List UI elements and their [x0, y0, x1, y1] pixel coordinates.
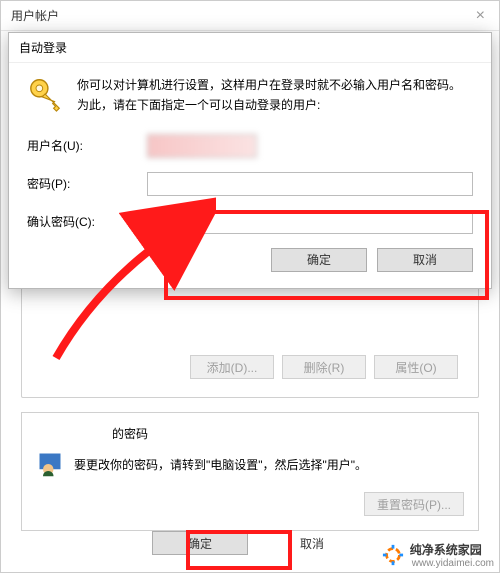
dialog-info-row: 你可以对计算机进行设置，这样用户在登录时就不必输入用户名和密码。 为此，请在下面…: [27, 75, 473, 116]
parent-title-text: 用户帐户: [11, 7, 59, 24]
dialog-ok-button[interactable]: 确定: [271, 248, 367, 272]
password-body: 要更改你的密码，请转到"电脑设置"，然后选择"用户"。: [36, 450, 464, 478]
dialog-buttons: 确定 取消: [27, 248, 473, 272]
password-header-suffix: 的密码: [112, 425, 148, 442]
watermark-text: 纯净系统家园: [410, 541, 494, 558]
redacted-username: [36, 427, 106, 441]
info-line-2: 为此，请在下面指定一个可以自动登录的用户:: [77, 95, 461, 115]
parent-titlebar: 用户帐户 ×: [1, 1, 499, 31]
username-input[interactable]: [147, 134, 257, 158]
watermark-text-wrap: 纯净系统家园 www.yidaimei.com: [410, 541, 494, 569]
logo-icon: [382, 544, 404, 566]
password-label: 密码(P):: [27, 175, 147, 192]
watermark: 纯净系统家园 www.yidaimei.com: [382, 541, 494, 569]
password-text: 要更改你的密码，请转到"电脑设置"，然后选择"用户"。: [74, 456, 367, 473]
password-section: 的密码 要更改你的密码，请转到"电脑设置"，然后选择"用户"。 重置密码(P).…: [21, 412, 479, 531]
username-row: 用户名(U):: [27, 134, 473, 158]
watermark-url: www.yidaimei.com: [412, 558, 494, 569]
add-button[interactable]: 添加(D)...: [190, 355, 274, 379]
close-icon[interactable]: ×: [472, 7, 489, 25]
parent-ok-button[interactable]: 确定: [152, 531, 248, 555]
password-input[interactable]: [147, 172, 473, 196]
confirm-row: 确认密码(C):: [27, 210, 473, 234]
dialog-info-text: 你可以对计算机进行设置，这样用户在登录时就不必输入用户名和密码。 为此，请在下面…: [77, 75, 461, 116]
confirm-label: 确认密码(C):: [27, 213, 147, 230]
password-row: 密码(P):: [27, 172, 473, 196]
parent-cancel-button[interactable]: 取消: [276, 531, 348, 555]
dialog-titlebar: 自动登录: [9, 33, 491, 63]
properties-button[interactable]: 属性(O): [374, 355, 458, 379]
remove-button[interactable]: 删除(R): [282, 355, 366, 379]
dialog-title-text: 自动登录: [19, 39, 67, 56]
username-label: 用户名(U):: [27, 137, 147, 154]
auto-login-dialog: 自动登录 你可以对计算机进行设置，这样用户在登录时就不必输入用户名和密码。 为此…: [8, 32, 492, 289]
dialog-cancel-button[interactable]: 取消: [377, 248, 473, 272]
info-line-1: 你可以对计算机进行设置，这样用户在登录时就不必输入用户名和密码。: [77, 75, 461, 95]
reset-row: 重置密码(P)...: [36, 492, 464, 516]
dialog-body: 你可以对计算机进行设置，这样用户在登录时就不必输入用户名和密码。 为此，请在下面…: [9, 63, 491, 288]
key-icon: [27, 75, 65, 113]
password-header: 的密码: [36, 425, 464, 442]
user-action-buttons: 添加(D)... 删除(R) 属性(O): [42, 355, 458, 379]
user-icon: [36, 450, 64, 478]
reset-password-button[interactable]: 重置密码(P)...: [364, 492, 464, 516]
confirm-password-input[interactable]: [147, 210, 473, 234]
